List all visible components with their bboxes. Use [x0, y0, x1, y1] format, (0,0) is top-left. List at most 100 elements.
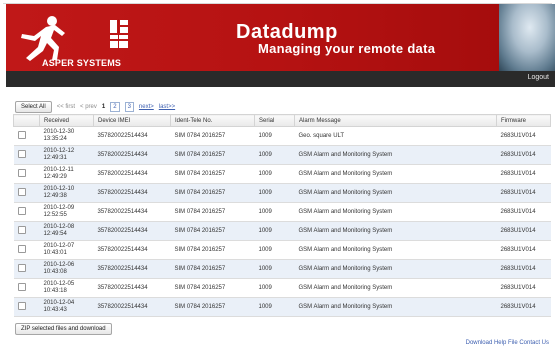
ident-cell: SIM 0784 2016257 — [170, 145, 255, 165]
row-checkbox[interactable] — [17, 264, 26, 272]
row-checkbox-cell[interactable] — [13, 164, 40, 184]
firmware-cell: 2683U1V014 — [496, 202, 551, 222]
footer-links[interactable]: Download Help File Contact Us — [466, 340, 549, 346]
serial-cell: 1009 — [254, 145, 295, 165]
row-checkbox-cell[interactable] — [13, 221, 40, 241]
firmware-cell: 2683U1V014 — [496, 240, 551, 260]
received-time: 10:43:01 — [43, 250, 67, 256]
header-photo — [499, 4, 555, 71]
table-row[interactable]: 2010-12-12 12:49:31 357820022514434 SIM 078… — [13, 145, 551, 165]
received-date: 2010-12-07 — [43, 243, 75, 249]
ident-cell: SIM 0784 2016257 — [170, 221, 255, 241]
received-time: 12:49:54 — [43, 231, 67, 237]
row-checkbox[interactable] — [17, 302, 26, 310]
row-checkbox[interactable] — [17, 131, 26, 139]
table-row[interactable]: 2010-12-05 10:43:18 357820022514434 SIM 078… — [13, 278, 551, 298]
next-page-link[interactable]: next> — [139, 104, 154, 110]
alarm-message-cell: GSM Alarm and Monitoring System — [294, 240, 497, 260]
table-row[interactable]: 2010-12-04 10:43:43 357820022514434 SIM 078… — [13, 297, 551, 317]
serial-cell: 1009 — [254, 126, 295, 146]
row-checkbox[interactable] — [17, 245, 26, 253]
table-row[interactable]: 2010-12-30 13:35:24 357820022514434 SIM 078… — [13, 126, 551, 146]
imei-cell: 357820022514434 — [93, 240, 171, 260]
row-checkbox-cell[interactable] — [13, 202, 40, 222]
zip-download-button[interactable]: ZIP selected files and download — [15, 323, 112, 335]
ident-cell: SIM 0784 2016257 — [170, 278, 255, 298]
row-checkbox-cell[interactable] — [13, 183, 40, 203]
received-cell: 2010-12-11 12:49:29 — [39, 164, 94, 184]
firmware-cell: 2683U1V014 — [496, 183, 551, 203]
page-2-link[interactable]: 2 — [110, 101, 120, 112]
row-checkbox[interactable] — [17, 207, 26, 215]
ident-cell: SIM 0784 2016257 — [170, 126, 255, 146]
row-checkbox[interactable] — [17, 188, 26, 196]
select-all-button[interactable]: Select All — [15, 100, 52, 113]
received-cell: 2010-12-09 12:52:55 — [39, 202, 94, 222]
received-cell: 2010-12-06 10:43:08 — [39, 259, 94, 279]
received-time: 10:43:08 — [43, 269, 67, 275]
received-cell: 2010-12-05 10:43:18 — [39, 278, 94, 298]
received-date: 2010-12-06 — [43, 262, 75, 268]
alarm-message-cell: GSM Alarm and Monitoring System — [294, 164, 497, 184]
header-banner: ASPER SYSTEMS Datadump Managing your rem… — [6, 4, 555, 71]
table-row[interactable]: 2010-12-07 10:43:01 357820022514434 SIM 078… — [13, 240, 551, 260]
firmware-cell: 2683U1V014 — [496, 126, 551, 146]
ident-cell: SIM 0784 2016257 — [170, 259, 255, 279]
last-page-link[interactable]: last>> — [159, 104, 175, 110]
alarm-message-cell: GSM Alarm and Monitoring System — [294, 221, 497, 241]
row-checkbox[interactable] — [17, 169, 26, 177]
alarm-message-cell: GSM Alarm and Monitoring System — [294, 297, 497, 317]
row-checkbox[interactable] — [17, 150, 26, 158]
table-row[interactable]: 2010-12-06 10:43:08 357820022514434 SIM 078… — [13, 259, 551, 279]
firmware-cell: 2683U1V014 — [496, 297, 551, 317]
table-row[interactable]: 2010-12-11 12:49:29 357820022514434 SIM 078… — [13, 164, 551, 184]
row-checkbox[interactable] — [17, 283, 26, 291]
alarm-message-cell: GSM Alarm and Monitoring System — [294, 183, 497, 203]
serial-cell: 1009 — [254, 221, 295, 241]
row-checkbox-cell[interactable] — [13, 259, 40, 279]
row-checkbox-cell[interactable] — [13, 297, 40, 317]
row-checkbox-cell[interactable] — [13, 278, 40, 298]
serial-cell: 1009 — [254, 164, 295, 184]
received-cell: 2010-12-07 10:43:01 — [39, 240, 94, 260]
top-nav-bar: Logout — [6, 71, 555, 87]
imei-cell: 357820022514434 — [93, 126, 171, 146]
current-page: 1 — [101, 103, 106, 110]
received-cell: 2010-12-10 12:49:38 — [39, 183, 94, 203]
table-row[interactable]: 2010-12-09 12:52:55 357820022514434 SIM 078… — [13, 202, 551, 222]
alarm-message-cell: GSM Alarm and Monitoring System — [294, 259, 497, 279]
firmware-cell: 2683U1V014 — [496, 259, 551, 279]
column-header-firmware[interactable]: Firmware — [496, 114, 551, 127]
row-checkbox-cell[interactable] — [13, 126, 40, 146]
row-checkbox-cell[interactable] — [13, 240, 40, 260]
received-date: 2010-12-11 — [43, 167, 74, 173]
received-cell: 2010-12-12 12:49:31 — [39, 145, 94, 165]
received-time: 12:52:55 — [43, 212, 67, 218]
column-header-received[interactable]: Received — [39, 114, 94, 127]
imei-cell: 357820022514434 — [93, 164, 171, 184]
received-date: 2010-12-05 — [43, 281, 75, 287]
alarm-table: Received Device IMEI Ident-Tele No. Seri… — [13, 114, 551, 317]
table-row[interactable]: 2010-12-08 12:49:54 357820022514434 SIM 078… — [13, 221, 551, 241]
column-header-ident[interactable]: Ident-Tele No. — [170, 114, 255, 127]
received-time: 10:43:43 — [43, 307, 67, 313]
row-checkbox[interactable] — [17, 226, 26, 234]
imei-cell: 357820022514434 — [93, 145, 171, 165]
column-header-imei[interactable]: Device IMEI — [93, 114, 171, 127]
serial-cell: 1009 — [254, 183, 295, 203]
received-time: 12:49:31 — [43, 155, 67, 161]
serial-cell: 1009 — [254, 259, 295, 279]
column-header-serial[interactable]: Serial — [254, 114, 295, 127]
table-row[interactable]: 2010-12-10 12:49:38 357820022514434 SIM 078… — [13, 183, 551, 203]
imei-cell: 357820022514434 — [93, 278, 171, 298]
column-header-alarm-message[interactable]: Alarm Message — [294, 114, 497, 127]
alarm-message-cell: GSM Alarm and Monitoring System — [294, 202, 497, 222]
row-checkbox-cell[interactable] — [13, 145, 40, 165]
logout-link[interactable]: Logout — [528, 74, 549, 81]
page-3-link[interactable]: 3 — [124, 101, 134, 112]
received-date: 2010-12-09 — [43, 205, 75, 211]
serial-cell: 1009 — [254, 240, 295, 260]
received-date: 2010-12-10 — [43, 186, 75, 192]
table-header-row: Received Device IMEI Ident-Tele No. Seri… — [13, 114, 551, 127]
alarm-message-cell: GSM Alarm and Monitoring System — [294, 278, 497, 298]
